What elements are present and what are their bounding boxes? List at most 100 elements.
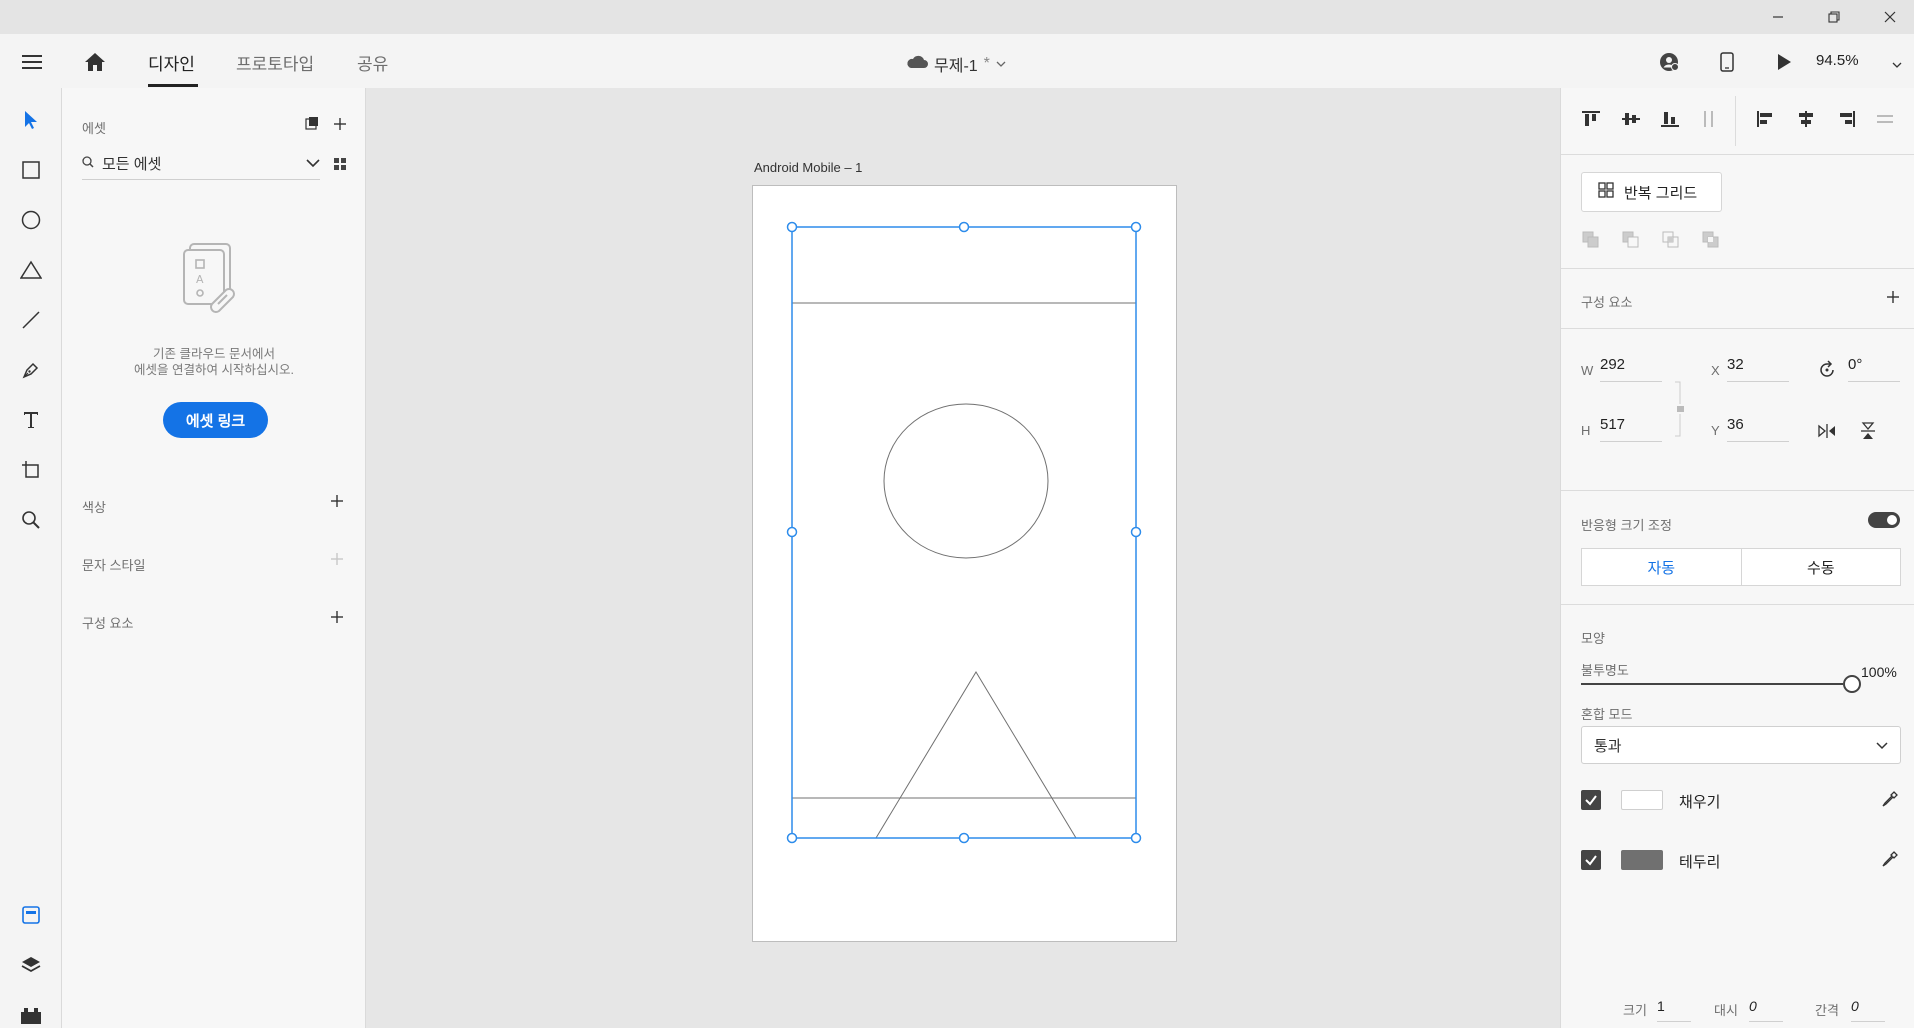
select-tool-icon[interactable] — [11, 100, 51, 140]
repeat-grid-label: 반복 그리드 — [1624, 184, 1698, 202]
rotation-field[interactable]: 0° — [1848, 352, 1900, 382]
zoom-level[interactable]: 94.5% — [1816, 52, 1859, 69]
document-title-dropdown[interactable]: 무제-1 * — [906, 52, 1006, 76]
artboard-tool-icon[interactable] — [11, 450, 51, 490]
chevron-down-icon — [996, 55, 1006, 73]
add-component-icon[interactable] — [327, 607, 347, 627]
lock-aspect-icon[interactable] — [1673, 380, 1687, 445]
link-assets-button[interactable]: 에셋 링크 — [163, 402, 268, 438]
add-char-style-icon[interactable] — [327, 549, 347, 569]
boolean-subtract-icon[interactable] — [1615, 224, 1647, 256]
height-field[interactable]: 517 — [1600, 412, 1662, 442]
align-bottom-icon[interactable] — [1654, 103, 1686, 135]
align-right-icon[interactable] — [1830, 103, 1862, 135]
design-canvas[interactable]: Android Mobile – 1 — [366, 88, 1560, 1028]
stroke-size-field[interactable]: 1 — [1657, 998, 1691, 1022]
width-field[interactable]: 292 — [1600, 352, 1662, 382]
close-icon[interactable] — [1862, 0, 1914, 34]
home-icon[interactable] — [80, 47, 110, 77]
x-field[interactable]: 32 — [1727, 352, 1789, 382]
align-middle-icon[interactable] — [1615, 103, 1647, 135]
distribute-vertical-icon[interactable] — [1693, 103, 1725, 135]
responsive-resize-toggle[interactable] — [1868, 512, 1900, 528]
opacity-slider-track[interactable] — [1581, 683, 1843, 685]
grid-view-icon[interactable] — [333, 157, 347, 176]
rectangle-tool-icon[interactable] — [11, 150, 51, 190]
mobile-preview-icon[interactable] — [1714, 49, 1740, 75]
divider — [1561, 490, 1914, 491]
chevron-down-icon — [306, 155, 320, 173]
fill-color-swatch[interactable] — [1621, 790, 1663, 810]
fill-eyedropper-icon[interactable] — [1881, 790, 1899, 813]
restore-icon[interactable] — [1806, 0, 1862, 34]
add-asset-icon[interactable] — [330, 114, 350, 134]
flip-horizontal-icon[interactable] — [1817, 421, 1837, 446]
fill-label: 채우기 — [1679, 794, 1721, 811]
document-title: 무제-1 — [934, 58, 978, 75]
unsaved-marker: * — [983, 55, 990, 72]
boolean-add-icon[interactable] — [1575, 224, 1607, 256]
empty-line-1: 기존 클라우드 문서에서 — [153, 347, 275, 361]
resize-manual-option[interactable]: 수동 — [1740, 549, 1901, 585]
stroke-gap-label: 간격 — [1815, 1003, 1839, 1018]
ellipse-tool-icon[interactable] — [11, 200, 51, 240]
align-center-icon[interactable] — [1790, 103, 1822, 135]
blend-mode-select[interactable]: 통과 — [1581, 726, 1901, 764]
boolean-intersect-icon[interactable] — [1655, 224, 1687, 256]
opacity-value[interactable]: 100% — [1861, 664, 1897, 680]
components-section-label: 구성 요소 — [82, 616, 134, 631]
stroke-gap-field[interactable]: 0 — [1851, 998, 1885, 1022]
divider — [1561, 604, 1914, 605]
align-left-icon[interactable] — [1750, 103, 1782, 135]
distribute-horizontal-icon[interactable] — [1869, 103, 1901, 135]
linked-document-illustration-icon: A — [180, 240, 252, 335]
border-checkbox[interactable] — [1581, 850, 1601, 870]
user-add-icon[interactable] — [1656, 49, 1682, 75]
text-tool-icon[interactable] — [11, 400, 51, 440]
zoom-tool-icon[interactable] — [11, 500, 51, 540]
plugins-panel-icon[interactable] — [11, 995, 51, 1028]
fill-checkbox[interactable] — [1581, 790, 1601, 810]
repeat-grid-button[interactable]: 반복 그리드 — [1581, 172, 1722, 212]
artboard[interactable] — [752, 185, 1177, 942]
border-color-swatch[interactable] — [1621, 850, 1663, 870]
minimize-icon[interactable] — [1750, 0, 1806, 34]
pen-tool-icon[interactable] — [11, 350, 51, 390]
components-title: 구성 요소 — [1581, 295, 1633, 310]
border-eyedropper-icon[interactable] — [1881, 850, 1899, 873]
artboard-name[interactable]: Android Mobile – 1 — [754, 160, 862, 175]
asset-filter-value: 모든 에셋 — [102, 156, 162, 173]
line-tool-icon[interactable] — [11, 300, 51, 340]
opacity-slider-knob[interactable] — [1843, 675, 1861, 693]
blend-mode-label: 혼합 모드 — [1581, 707, 1633, 722]
zoom-chevron-icon[interactable] — [1892, 56, 1902, 74]
play-icon[interactable] — [1771, 49, 1797, 75]
asset-filter-dropdown[interactable]: 모든 에셋 — [82, 148, 320, 180]
hamburger-menu-icon[interactable] — [18, 48, 46, 76]
resize-auto-option[interactable]: 자동 — [1582, 549, 1741, 585]
x-label: X — [1711, 363, 1720, 378]
tab-design[interactable]: 디자인 — [148, 50, 195, 75]
layers-panel-icon[interactable] — [11, 945, 51, 985]
y-field[interactable]: 36 — [1727, 412, 1789, 442]
responsive-resize-title: 반응형 크기 조정 — [1581, 518, 1672, 533]
assets-panel-icon[interactable] — [11, 895, 51, 935]
cloud-icon — [906, 55, 928, 74]
tools-toolbar — [0, 88, 62, 1028]
tab-prototype[interactable]: 프로토타입 — [236, 50, 314, 75]
stroke-dash-field[interactable]: 0 — [1749, 998, 1783, 1022]
tab-share[interactable]: 공유 — [357, 50, 388, 75]
open-library-icon[interactable] — [305, 116, 319, 135]
rotate-icon — [1817, 360, 1837, 385]
boolean-exclude-icon[interactable] — [1695, 224, 1727, 256]
align-top-icon[interactable] — [1575, 103, 1607, 135]
checkmark-icon — [1585, 795, 1597, 806]
flip-vertical-icon[interactable] — [1858, 421, 1878, 446]
opacity-label: 불투명도 — [1581, 663, 1629, 678]
colors-section-label: 색상 — [82, 500, 106, 515]
border-label: 테두리 — [1679, 854, 1721, 871]
add-color-icon[interactable] — [327, 491, 347, 511]
polygon-tool-icon[interactable] — [11, 250, 51, 290]
add-component-icon[interactable] — [1883, 287, 1903, 307]
toggle-knob — [1887, 515, 1897, 525]
